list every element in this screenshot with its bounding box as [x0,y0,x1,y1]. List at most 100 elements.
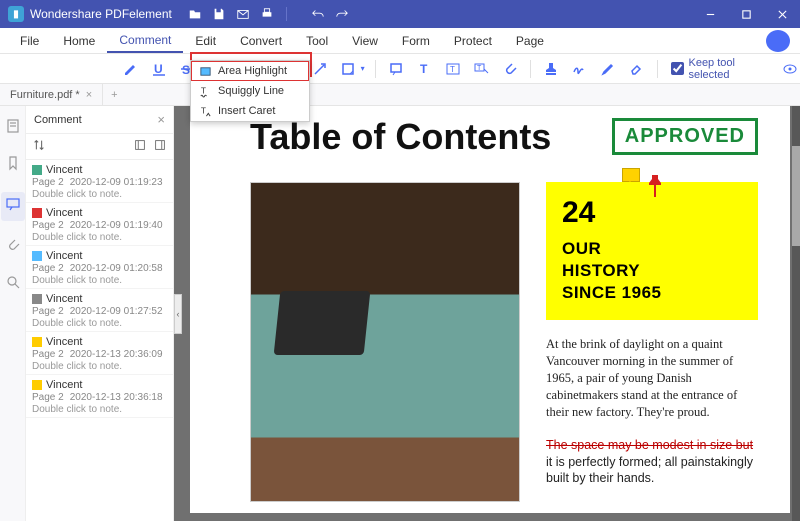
textbox-icon[interactable]: T [442,58,462,80]
comment-entry[interactable]: VincentPage 22020-12-09 01:19:40Double c… [26,203,173,246]
stamp-icon[interactable] [541,58,561,80]
sticky-text: OUR HISTORY SINCE 1965 [562,238,742,304]
svg-text:T: T [200,85,205,95]
search-icon[interactable] [5,274,21,295]
comment-timestamp: 2020-12-09 01:27:52 [70,306,163,317]
comment-page: Page 2 [32,349,64,360]
comment-type-icon [32,294,42,304]
comment-type-icon [32,337,42,347]
app-logo-icon: ▮ [8,6,24,22]
underline-icon[interactable]: U [148,58,168,80]
save-icon[interactable] [208,4,230,24]
menu-file[interactable]: File [8,30,51,52]
sort-icon[interactable] [32,138,46,155]
menu-protect[interactable]: Protect [442,30,504,52]
menu-form[interactable]: Form [390,30,442,52]
new-tab-button[interactable]: + [103,89,125,101]
dropdown-insert-caret[interactable]: T Insert Caret [191,101,309,121]
comment-toolbar: U S ▾ ▾ T T T Keep tool selected [0,54,800,84]
print-icon[interactable] [256,4,278,24]
body-paragraph-2: The space may be modest in size but it i… [546,437,758,488]
collapse-sidebar-handle[interactable]: ‹ [174,294,182,334]
dropdown-area-highlight[interactable]: Area Highlight [191,61,309,81]
separator [530,60,531,78]
sticky-note-icon[interactable] [622,168,640,182]
menu-edit[interactable]: Edit [183,30,228,52]
comment-hint: Double click to note. [32,404,167,415]
svg-text:T: T [450,65,455,74]
redo-icon[interactable] [331,4,353,24]
workspace: Comment × VincentPage 22020-12-09 01:19:… [0,106,800,521]
quick-access [184,4,278,24]
comment-type-icon [32,208,42,218]
dropdown-squiggly[interactable]: T Squiggly Line [191,81,309,101]
maximize-button[interactable] [728,0,764,28]
comment-entry[interactable]: VincentPage 22020-12-09 01:27:52Double c… [26,289,173,332]
menu-view[interactable]: View [340,30,390,52]
furniture-photo [250,182,520,502]
pencil-icon[interactable] [598,58,618,80]
body-paragraph-1: At the brink of daylight on a quaint Van… [546,336,758,420]
keep-tool-checkbox[interactable]: Keep tool selected [671,57,771,81]
user-avatar-icon[interactable] [766,30,790,52]
keep-tool-label: Keep tool selected [688,57,771,81]
menu-convert[interactable]: Convert [228,30,294,52]
eraser-icon[interactable] [626,58,646,80]
menu-tool[interactable]: Tool [294,30,340,52]
bookmarks-icon[interactable] [5,155,21,176]
collapse-icon[interactable] [153,138,167,155]
comment-entry[interactable]: VincentPage 22020-12-13 20:36:18Double c… [26,375,173,418]
attach-icon[interactable] [499,58,519,80]
shape-more-icon[interactable] [338,58,358,80]
comment-timestamp: 2020-12-09 01:20:58 [70,263,163,274]
window-controls [692,0,800,28]
attachments-icon[interactable] [5,237,21,258]
svg-text:S: S [182,63,190,77]
menu-page[interactable]: Page [504,30,556,52]
typewriter-icon[interactable]: T [414,58,434,80]
expand-icon[interactable] [133,138,147,155]
comment-type-icon [32,251,42,261]
comments-panel-icon[interactable] [1,192,25,221]
comment-timestamp: 2020-12-13 20:36:09 [70,349,163,360]
menubar: File Home Comment Edit Convert Tool View… [0,28,800,54]
document-viewport[interactable]: ‹ Table of Contents APPROVED 24 OUR HIST… [174,106,800,521]
note-icon[interactable] [386,58,406,80]
open-icon[interactable] [184,4,206,24]
undo-icon[interactable] [307,4,329,24]
comment-entry[interactable]: VincentPage 22020-12-13 20:36:09Double c… [26,332,173,375]
menu-home[interactable]: Home [51,30,107,52]
mail-icon[interactable] [232,4,254,24]
minimize-button[interactable] [692,0,728,28]
signature-icon[interactable] [569,58,589,80]
separator [286,7,287,21]
sidebar-close-icon[interactable]: × [157,112,165,127]
hide-comments-icon[interactable] [779,58,799,80]
tab-furniture[interactable]: Furniture.pdf * × [0,84,103,105]
arrow-icon[interactable] [310,58,330,80]
cushion-shape [274,291,371,355]
tab-close-icon[interactable]: × [86,89,92,101]
comment-entry[interactable]: VincentPage 22020-12-09 01:19:23Double c… [26,160,173,203]
document-tabs: Furniture.pdf * × + [0,84,800,106]
approved-stamp[interactable]: APPROVED [612,118,758,155]
pushpin-icon[interactable] [644,174,666,205]
svg-text:U: U [154,62,163,76]
close-button[interactable] [764,0,800,28]
callout-icon[interactable]: T [471,58,491,80]
comment-sidebar: Comment × VincentPage 22020-12-09 01:19:… [26,106,174,521]
dropdown-label: Insert Caret [218,105,275,117]
comment-timestamp: 2020-12-09 01:19:23 [70,177,163,188]
comment-user: Vincent [46,293,83,305]
scrollbar-thumb[interactable] [792,146,800,246]
comment-entry[interactable]: VincentPage 22020-12-09 01:20:58Double c… [26,246,173,289]
menu-comment[interactable]: Comment [107,29,183,53]
comment-page: Page 2 [32,263,64,274]
comment-hint: Double click to note. [32,361,167,372]
thumbnails-icon[interactable] [5,118,21,139]
dropdown-caret-icon[interactable]: ▾ [361,64,365,73]
highlighter-icon[interactable] [120,58,140,80]
comment-user: Vincent [46,379,83,391]
comment-hint: Double click to note. [32,318,167,329]
sidebar-header: Comment × [26,106,173,134]
